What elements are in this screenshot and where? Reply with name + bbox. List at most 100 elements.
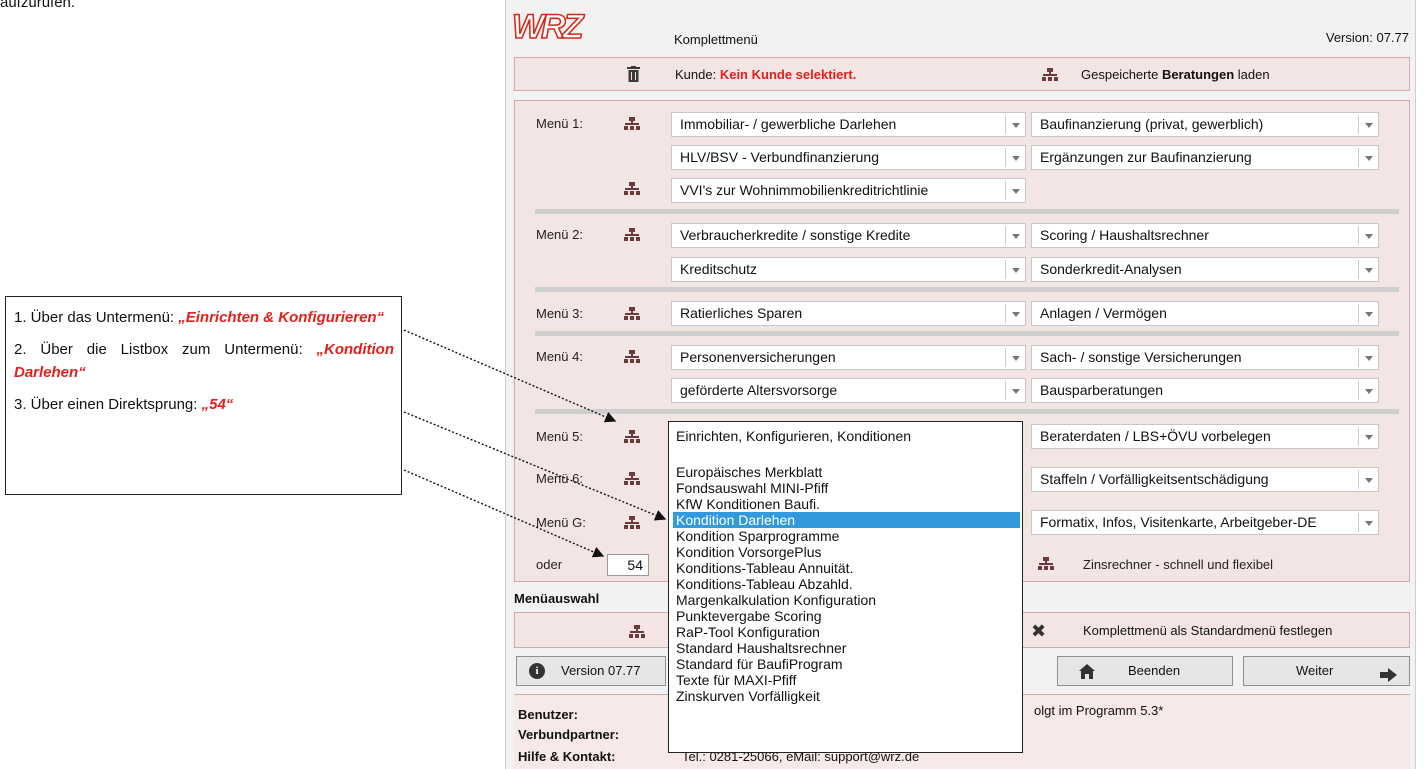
list-item[interactable]: Margenkalkulation Konfiguration xyxy=(673,592,1020,608)
menu-2-select-b[interactable]: Scoring / Haushaltsrechner xyxy=(1031,223,1379,248)
sitemap-icon[interactable] xyxy=(624,228,640,242)
sitemap-icon[interactable] xyxy=(624,307,640,321)
beenden-button[interactable]: Beenden xyxy=(1057,656,1233,686)
menu-6-label: Menü 6: xyxy=(536,471,583,486)
menu-5-listbox[interactable]: Einrichten, Konfigurieren, Konditionen E… xyxy=(668,421,1023,753)
benutzer-note: olgt im Programm 5.3* xyxy=(1034,703,1164,718)
sitemap-icon[interactable] xyxy=(1038,557,1054,571)
sitemap-icon[interactable] xyxy=(1042,68,1058,82)
info-icon: i xyxy=(529,663,545,679)
menu-1-select-a[interactable]: Immobiliar- / gewerbliche Darlehen xyxy=(671,112,1026,137)
sitemap-icon[interactable] xyxy=(624,472,640,486)
menu-g-label: Menü G: xyxy=(536,515,586,530)
sitemap-icon[interactable] xyxy=(624,350,640,364)
divider xyxy=(535,409,1399,414)
chevron-down-icon xyxy=(1005,226,1025,245)
menu-3-select-a[interactable]: Ratierliches Sparen xyxy=(671,301,1026,326)
menu-1-select-b[interactable]: Baufinanzierung (privat, gewerblich) xyxy=(1031,112,1379,137)
list-item[interactable]: KfW Konditionen Baufi. xyxy=(673,496,1020,512)
chevron-down-icon xyxy=(1358,148,1378,167)
callout-step-3: 3. Über einen Direktsprung: „54“ xyxy=(14,396,234,413)
divider xyxy=(535,287,1399,292)
sitemap-icon[interactable] xyxy=(624,117,640,131)
menu-4-label: Menü 4: xyxy=(536,349,583,364)
list-item[interactable]: Konditions-Tableau Abzahld. xyxy=(673,576,1020,592)
set-standard-menu-link[interactable]: Komplettmenü als Standardmenü festlegen xyxy=(1083,623,1332,638)
menu-2-select-c[interactable]: Kreditschutz xyxy=(671,257,1026,282)
chevron-down-icon xyxy=(1005,304,1025,323)
callout-step-2: 2. Über die Listbox zum Untermenü: „Kond… xyxy=(14,341,394,381)
verbundpartner-label: Verbundpartner: xyxy=(518,727,620,742)
chevron-down-icon xyxy=(1358,513,1378,532)
kunde-status: Kunde: Kein Kunde selektiert. xyxy=(675,67,857,82)
load-beratungen-link[interactable]: Gespeicherte Beratungen laden xyxy=(1081,67,1270,82)
chevron-down-icon xyxy=(1005,115,1025,134)
menu-1-select-e[interactable]: VVI's zur Wohnimmobilienkreditrichtlinie xyxy=(671,178,1026,203)
list-item[interactable]: Texte für MAXI-Pfiff xyxy=(673,672,1020,688)
version-button[interactable]: i Version 07.77 xyxy=(516,656,666,686)
menu-3-label: Menü 3: xyxy=(536,306,583,321)
chevron-down-icon xyxy=(1005,181,1025,200)
chevron-down-icon xyxy=(1005,148,1025,167)
chevron-down-icon xyxy=(1005,381,1025,400)
direct-jump-input[interactable]: 54 xyxy=(607,554,649,576)
oder-label: oder xyxy=(536,557,563,572)
benutzer-label: Benutzer: xyxy=(518,707,578,722)
list-item[interactable]: Fondsauswahl MINI-Pfiff xyxy=(673,480,1020,496)
list-item[interactable]: Standard Haushaltsrechner xyxy=(673,640,1020,656)
list-item[interactable]: Kondition VorsorgePlus xyxy=(673,544,1020,560)
menu-4-select-c[interactable]: geförderte Altersvorsorge xyxy=(671,378,1026,403)
menu-5-label: Menü 5: xyxy=(536,429,583,444)
chevron-down-icon xyxy=(1358,226,1378,245)
list-item[interactable]: RaP-Tool Konfiguration xyxy=(673,624,1020,640)
chevron-down-icon xyxy=(1358,260,1378,279)
menuauswahl-heading: Menüauswahl xyxy=(514,591,600,606)
zinsrechner-link[interactable]: Zinsrechner - schnell und flexibel xyxy=(1083,557,1273,572)
list-item[interactable]: Konditions-Tableau Annuität. xyxy=(673,560,1020,576)
tools-icon[interactable]: ✖ xyxy=(1031,621,1046,642)
home-icon xyxy=(1078,662,1096,690)
menu-4-select-b[interactable]: Sach- / sonstige Versicherungen xyxy=(1031,345,1379,370)
chevron-down-icon xyxy=(1005,260,1025,279)
document-text-fragment: aufzurufen. xyxy=(0,0,76,11)
divider xyxy=(535,331,1399,336)
menu-g-select-b[interactable]: Formatix, Infos, Visitenkarte, Arbeitgeb… xyxy=(1031,510,1379,535)
list-item[interactable]: Zinskurven Vorfälligkeit xyxy=(673,688,1020,704)
menu-2-select-d[interactable]: Sonderkredit-Analysen xyxy=(1031,257,1379,282)
list-item[interactable]: Standard für BaufiProgram xyxy=(673,656,1020,672)
list-item[interactable]: Kondition Sparprogramme xyxy=(673,528,1020,544)
chevron-down-icon xyxy=(1358,470,1378,489)
sitemap-icon[interactable] xyxy=(624,516,640,530)
kunde-bar: Kunde: Kein Kunde selektiert. Gespeicher… xyxy=(514,57,1410,91)
list-item-selected[interactable]: Kondition Darlehen xyxy=(673,512,1020,528)
menu-6-select-b[interactable]: Staffeln / Vorfälligkeitsentschädigung xyxy=(1031,467,1379,492)
menu-2-label: Menü 2: xyxy=(536,227,583,242)
instruction-callout: 1. Über das Untermenü: „Einrichten & Kon… xyxy=(5,296,402,495)
sitemap-icon[interactable] xyxy=(629,625,645,639)
divider xyxy=(535,209,1399,214)
wrz-logo: WRZ xyxy=(511,8,584,46)
menu-1-select-d[interactable]: Ergänzungen zur Baufinanzierung xyxy=(1031,145,1379,170)
menu-1-select-c[interactable]: HLV/BSV - Verbundfinanzierung xyxy=(671,145,1026,170)
callout-step-1: 1. Über das Untermenü: „Einrichten & Kon… xyxy=(14,309,385,326)
menu-4-select-d[interactable]: Bausparberatungen xyxy=(1031,378,1379,403)
chevron-down-icon xyxy=(1005,348,1025,367)
chevron-down-icon xyxy=(1358,427,1378,446)
menu-1-label: Menü 1: xyxy=(536,116,583,131)
weiter-button[interactable]: Weiter xyxy=(1243,656,1410,686)
chevron-down-icon xyxy=(1358,348,1378,367)
list-item[interactable]: Europäisches Merkblatt xyxy=(673,464,1020,480)
hilfe-label: Hilfe & Kontakt: xyxy=(518,749,616,764)
menu-2-select-a[interactable]: Verbraucherkredite / sonstige Kredite xyxy=(671,223,1026,248)
listbox-current-value[interactable]: Einrichten, Konfigurieren, Konditionen xyxy=(676,428,911,444)
arrow-right-icon xyxy=(1380,664,1398,692)
chevron-down-icon xyxy=(1358,304,1378,323)
menu-4-select-a[interactable]: Personenversicherungen xyxy=(671,345,1026,370)
sitemap-icon[interactable] xyxy=(624,430,640,444)
menu-3-select-b[interactable]: Anlagen / Vermögen xyxy=(1031,301,1379,326)
trash-icon[interactable] xyxy=(627,66,640,82)
list-item[interactable]: Punktevergabe Scoring xyxy=(673,608,1020,624)
sitemap-icon[interactable] xyxy=(624,182,640,196)
chevron-down-icon xyxy=(1358,115,1378,134)
menu-5-select-b[interactable]: Beraterdaten / LBS+ÖVU vorbelegen xyxy=(1031,424,1379,449)
